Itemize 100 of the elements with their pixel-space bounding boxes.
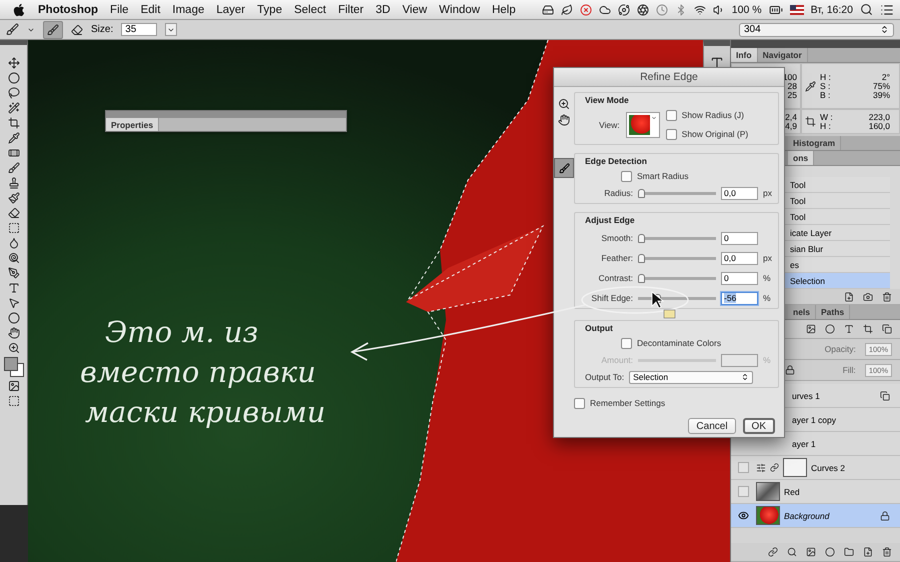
panel-tab[interactable]: Histogram: [788, 136, 842, 150]
size-field[interactable]: 35: [121, 23, 158, 36]
checkbox-label[interactable]: Smart Radius: [637, 171, 689, 181]
checkbox[interactable]: [666, 110, 677, 120]
planet-icon[interactable]: [618, 4, 630, 16]
checkbox-label[interactable]: Remember Settings: [590, 398, 666, 408]
paintbrush-icon[interactable]: [8, 192, 20, 204]
brush-icon[interactable]: [558, 162, 570, 174]
pen-icon[interactable]: [8, 267, 20, 279]
panel-tab[interactable]: ons: [788, 151, 814, 165]
quick-mask-icon[interactable]: [8, 380, 20, 392]
clock-icon[interactable]: [656, 4, 668, 16]
link-icon[interactable]: [768, 547, 778, 557]
adjustment-icon[interactable]: [756, 462, 766, 472]
type-icon[interactable]: [8, 282, 20, 294]
menu-clock[interactable]: Вт, 16:20: [810, 4, 853, 16]
leaf-icon[interactable]: [560, 4, 573, 16]
adjustment-icon[interactable]: [825, 547, 835, 557]
slider-thumb[interactable]: [638, 234, 646, 242]
swirl-icon[interactable]: [636, 4, 649, 16]
crop-icon[interactable]: [8, 117, 20, 129]
error-icon[interactable]: [580, 4, 592, 16]
menu-item[interactable]: Select: [294, 4, 326, 16]
layer-row[interactable]: Red: [731, 480, 900, 504]
drive-icon[interactable]: [542, 4, 554, 16]
shape-filter-icon[interactable]: [863, 324, 873, 334]
menu-item[interactable]: Photoshop: [38, 4, 98, 16]
menu-item[interactable]: Filter: [338, 4, 364, 16]
checkbox-label[interactable]: Show Radius (J): [682, 110, 744, 120]
wifi-icon[interactable]: [694, 4, 706, 16]
hand-icon[interactable]: [558, 114, 570, 126]
lock-icon[interactable]: [880, 510, 890, 520]
folder-icon[interactable]: [844, 547, 854, 557]
stacked-squares-icon[interactable]: [880, 390, 890, 400]
number-field[interactable]: 0,0: [721, 252, 758, 264]
menu-item[interactable]: View: [402, 4, 428, 16]
slider-thumb[interactable]: [638, 274, 646, 282]
layer-row[interactable]: Background: [731, 504, 900, 528]
apple-icon[interactable]: [12, 2, 26, 16]
camera-icon[interactable]: [863, 292, 873, 302]
cloud-icon[interactable]: [598, 4, 611, 16]
menu-item[interactable]: Image: [172, 4, 204, 16]
drop-icon[interactable]: [8, 237, 20, 249]
new-layer-icon[interactable]: [863, 547, 873, 557]
checkbox[interactable]: [574, 398, 586, 408]
cancel-button[interactable]: Cancel: [688, 418, 736, 434]
slider-thumb[interactable]: [638, 254, 646, 262]
brush-icon[interactable]: [8, 162, 20, 174]
slider-thumb[interactable]: [638, 188, 646, 198]
pointer-icon[interactable]: [8, 297, 20, 309]
checkbox-label[interactable]: Decontaminate Colors: [637, 338, 722, 348]
wand-icon[interactable]: [8, 102, 20, 114]
menu-item[interactable]: Edit: [140, 4, 160, 16]
flag-icon[interactable]: [790, 4, 804, 14]
trash-icon[interactable]: [882, 547, 892, 557]
layer-row[interactable]: Curves 2: [731, 456, 900, 480]
eyedropper-icon[interactable]: [8, 132, 20, 144]
ellipse-icon[interactable]: [8, 72, 20, 84]
adjustment-filter-icon[interactable]: [825, 324, 835, 334]
menu-item[interactable]: Type: [257, 4, 282, 16]
checkbox[interactable]: [621, 170, 632, 182]
eraser-icon[interactable]: [8, 207, 20, 219]
volume-icon[interactable]: [712, 4, 725, 16]
panel-tab[interactable]: Navigator: [758, 48, 808, 62]
number-field[interactable]: 0: [721, 272, 758, 284]
zoom-icon[interactable]: [8, 342, 20, 354]
menu-item[interactable]: File: [110, 4, 129, 16]
panel-tab[interactable]: nels: [788, 305, 816, 319]
panel-tab[interactable]: Paths: [816, 305, 850, 319]
menu-item[interactable]: Window: [439, 4, 480, 16]
output-select[interactable]: Selection: [629, 370, 754, 384]
trash-icon[interactable]: [882, 292, 892, 302]
screen-mode-icon[interactable]: [8, 395, 20, 407]
view-mode-picker[interactable]: [626, 112, 660, 138]
eraser-mode-icon[interactable]: [71, 24, 83, 36]
smart-filter-icon[interactable]: [882, 324, 892, 334]
number-field[interactable]: -56: [721, 292, 758, 304]
panel-tab[interactable]: Properties: [106, 118, 160, 131]
layer-row[interactable]: ayer 1: [731, 432, 900, 456]
number-field[interactable]: [721, 354, 758, 366]
zoom-icon[interactable]: [558, 98, 570, 110]
color-swatches[interactable]: [4, 357, 24, 377]
refine-brush-button[interactable]: [554, 158, 574, 178]
link-icon[interactable]: [770, 463, 779, 472]
eyedropper-icon[interactable]: [805, 80, 816, 92]
brush-preset-icon[interactable]: [6, 23, 19, 36]
image-filter-icon[interactable]: [806, 324, 816, 334]
menu-item[interactable]: Help: [492, 4, 516, 16]
search-icon[interactable]: [860, 3, 873, 16]
number-field[interactable]: 0: [721, 232, 758, 244]
checkbox[interactable]: [621, 338, 632, 348]
menu-item[interactable]: 3D: [376, 4, 390, 16]
ok-button[interactable]: OK: [742, 418, 775, 434]
preset-select[interactable]: 304: [739, 22, 894, 36]
number-field[interactable]: 0,0: [721, 186, 758, 200]
ellipse-shape-icon[interactable]: [8, 312, 20, 324]
move-icon[interactable]: [8, 57, 20, 69]
lock-icon[interactable]: [784, 365, 795, 375]
lollipop-icon[interactable]: [8, 252, 20, 264]
lasso-icon[interactable]: [8, 87, 20, 99]
